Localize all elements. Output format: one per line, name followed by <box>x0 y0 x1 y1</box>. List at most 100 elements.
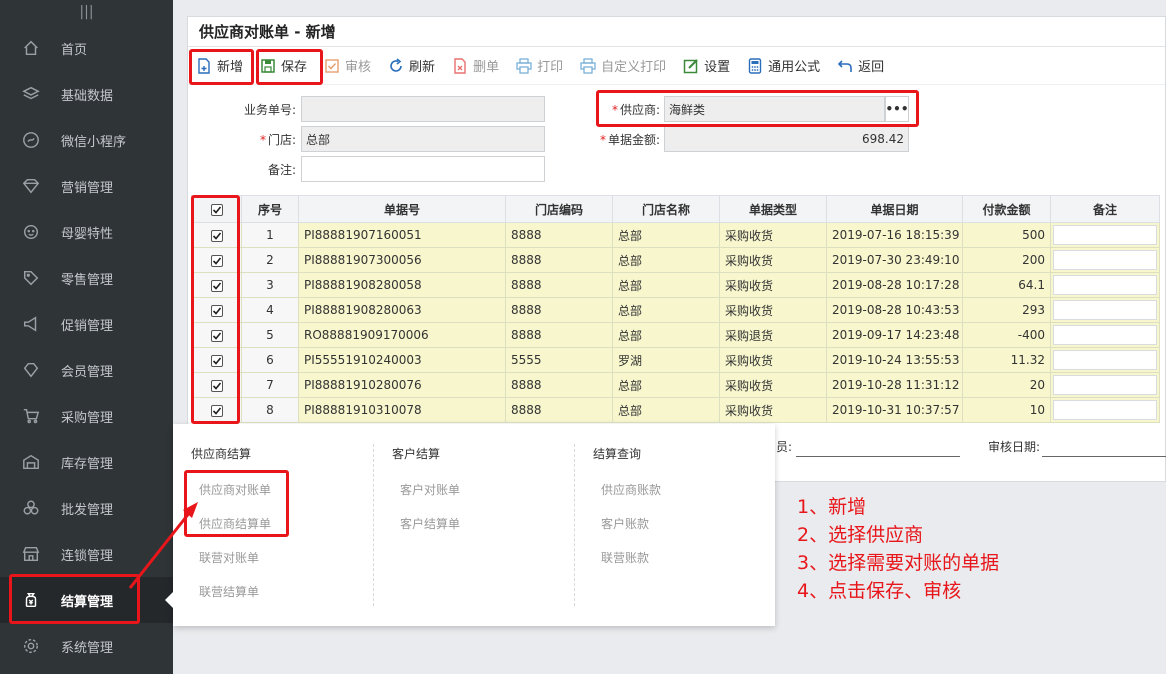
formula-button-label: 通用公式 <box>768 60 821 75</box>
remark-row: 备注: <box>200 156 545 182</box>
table-row[interactable]: 6 PI55551910240003 5555 罗湖 采购收货 2019-10-24 13… <box>191 347 1160 373</box>
delete-button[interactable]: 删单 <box>452 56 499 75</box>
print-button[interactable]: 打印 <box>516 56 563 75</box>
sidebar-item-baby[interactable]: 母婴特性 <box>0 209 173 255</box>
sidebar-item-system[interactable]: 系统管理 <box>0 623 173 669</box>
gear-icon <box>21 636 41 656</box>
cell-no: PI88881910310078 <box>298 397 506 423</box>
refresh-icon <box>388 57 404 74</box>
cell-no: PI88881907160051 <box>298 222 506 248</box>
row-checkbox[interactable] <box>191 222 242 248</box>
cell-date: 2019-07-30 23:49:10 <box>826 247 963 273</box>
cell-store: 总部 <box>612 372 720 398</box>
sidebar-item-miniprogram[interactable]: 微信小程序 <box>0 117 173 163</box>
menu-item-customer-statement[interactable]: 客户对账单 <box>400 481 460 498</box>
printer-icon <box>580 57 596 74</box>
menu-divider <box>373 444 374 606</box>
row-checkbox[interactable] <box>191 247 242 273</box>
col-header-code: 门店编码 <box>505 195 613 223</box>
table-row[interactable]: 8 PI88881910310078 8888 总部 采购收货 2019-10-31 10… <box>191 397 1160 423</box>
formula-button[interactable]: 通用公式 <box>747 56 820 75</box>
row-checkbox[interactable] <box>191 347 242 373</box>
cell-remark[interactable] <box>1050 322 1160 348</box>
settings-button[interactable]: 设置 <box>683 56 730 75</box>
table-row[interactable]: 4 PI88881908280063 8888 总部 采购收货 2019-08-28 10… <box>191 297 1160 323</box>
menu-item-supplier-account[interactable]: 供应商账款 <box>601 481 661 498</box>
sidebar-item-retail[interactable]: 零售管理 <box>0 255 173 301</box>
sidebar-item-purchase[interactable]: 采购管理 <box>0 393 173 439</box>
cell-remark[interactable] <box>1050 272 1160 298</box>
remark-cell-input[interactable] <box>1053 225 1157 245</box>
sidebar-item-label: 批发管理 <box>61 502 114 518</box>
sidebar-item-home[interactable]: 首页 <box>0 25 173 71</box>
row-checkbox[interactable] <box>191 297 242 323</box>
supplier-input[interactable] <box>664 96 885 122</box>
remark-cell-input[interactable] <box>1053 250 1157 270</box>
cell-code: 8888 <box>505 272 613 298</box>
operator-field <box>796 456 960 457</box>
gem-icon <box>21 360 41 380</box>
cell-remark[interactable] <box>1050 347 1160 373</box>
sidebar-item-label: 微信小程序 <box>61 134 127 150</box>
order-no-input[interactable] <box>301 96 545 122</box>
remark-cell-input[interactable] <box>1053 325 1157 345</box>
refresh-button-label: 刷新 <box>409 60 436 75</box>
sidebar-item-inventory[interactable]: 库存管理 <box>0 439 173 485</box>
save-button[interactable]: 保存 <box>260 56 307 75</box>
remark-cell-input[interactable] <box>1053 275 1157 295</box>
supplier-picker-button[interactable]: ••• <box>885 96 909 122</box>
approve-icon <box>324 58 340 74</box>
refresh-button[interactable]: 刷新 <box>388 56 435 75</box>
cell-remark[interactable] <box>1050 222 1160 248</box>
sidebar-item-label: 营销管理 <box>61 180 114 196</box>
order-no-label: 业务单号: <box>243 102 296 117</box>
cell-store: 总部 <box>612 222 720 248</box>
cell-remark[interactable] <box>1050 372 1160 398</box>
cell-type: 采购收货 <box>719 397 827 423</box>
sidebar-item-member[interactable]: 会员管理 <box>0 347 173 393</box>
cell-remark[interactable] <box>1050 397 1160 423</box>
remark-cell-input[interactable] <box>1053 400 1157 420</box>
row-checkbox[interactable] <box>191 397 242 423</box>
toolbar: 新增 保存 审核 刷新 删单 打印 自定义打印 设置 通用公式 返回 <box>188 47 1165 85</box>
save-button-label: 保存 <box>281 60 308 75</box>
sidebar-item-basic-data[interactable]: 基础数据 <box>0 71 173 117</box>
back-button[interactable]: 返回 <box>837 56 884 75</box>
table-row[interactable]: 5 RO88881909170006 8888 总部 采购退货 2019-09-17 14… <box>191 322 1160 348</box>
annotation-step-2: 2、选择供应商 <box>797 524 924 546</box>
table-row[interactable]: 1 PI88881907160051 8888 总部 采购收货 2019-07-16 18… <box>191 222 1160 248</box>
remark-cell-input[interactable] <box>1053 350 1157 370</box>
sidebar-item-promotion[interactable]: 促销管理 <box>0 301 173 347</box>
menu-item-customer-settlement[interactable]: 客户结算单 <box>400 515 460 532</box>
sidebar-item-marketing[interactable]: 营销管理 <box>0 163 173 209</box>
new-button[interactable]: 新增 <box>196 56 243 75</box>
cell-remark[interactable] <box>1050 247 1160 273</box>
remark-input[interactable] <box>301 156 545 182</box>
custom-print-button[interactable]: 自定义打印 <box>580 56 666 75</box>
remark-cell-input[interactable] <box>1053 300 1157 320</box>
menu-item-joint-account[interactable]: 联营账款 <box>601 549 649 566</box>
cell-idx: 8 <box>241 397 299 423</box>
cell-store: 总部 <box>612 272 720 298</box>
cell-remark[interactable] <box>1050 297 1160 323</box>
annotation-step-4: 4、点击保存、审核 <box>797 580 962 602</box>
cell-type: 采购收货 <box>719 297 827 323</box>
table-row[interactable]: 3 PI88881908280058 8888 总部 采购收货 2019-08-28 10… <box>191 272 1160 298</box>
table-row[interactable]: 2 PI88881907300056 8888 总部 采购收货 2019-07-30 23… <box>191 247 1160 273</box>
row-checkbox[interactable] <box>191 372 242 398</box>
remark-cell-input[interactable] <box>1053 375 1157 395</box>
row-checkbox[interactable] <box>191 322 242 348</box>
col-header-idx: 序号 <box>241 195 299 223</box>
table-row[interactable]: 7 PI88881910280076 8888 总部 采购收货 2019-10-28 11… <box>191 372 1160 398</box>
sidebar-collapse-icon[interactable]: ||| <box>0 0 173 24</box>
row-checkbox[interactable] <box>191 272 242 298</box>
operator-label: 员: <box>776 440 793 454</box>
store-input[interactable] <box>301 126 545 152</box>
cell-idx: 6 <box>241 347 299 373</box>
amount-input[interactable] <box>664 126 909 152</box>
approve-button[interactable]: 审核 <box>324 56 371 75</box>
custom-print-button-label: 自定义打印 <box>601 60 667 75</box>
cell-store: 总部 <box>612 297 720 323</box>
select-all-checkbox[interactable] <box>191 195 242 223</box>
menu-item-customer-account[interactable]: 客户账款 <box>601 515 649 532</box>
